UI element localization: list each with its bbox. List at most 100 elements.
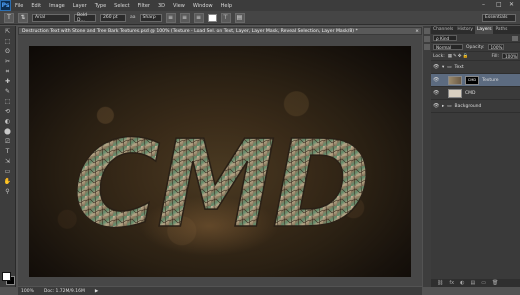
layer-name: CMD xyxy=(465,90,476,96)
hand-tool-icon[interactable]: ✋ xyxy=(2,177,13,186)
menu-help[interactable]: Help xyxy=(217,3,236,9)
align-left-icon[interactable]: ≡ xyxy=(165,12,176,23)
expand-arrow-icon[interactable]: ▸ xyxy=(442,104,444,109)
orientation-icon[interactable]: ⇅ xyxy=(18,12,28,23)
menu-view[interactable]: View xyxy=(169,3,189,9)
photoshop-logo: Ps xyxy=(0,0,11,11)
visibility-eye-icon[interactable]: 👁 xyxy=(433,64,439,70)
new-layer-icon[interactable]: ▭ xyxy=(481,280,486,286)
workspace-select[interactable]: Essentials xyxy=(482,13,516,22)
lasso-tool-icon[interactable]: ʘ xyxy=(2,47,13,56)
quick-select-tool-icon[interactable]: ✂ xyxy=(2,57,13,66)
font-family-select[interactable]: Arial xyxy=(32,13,70,22)
layer-name: Text xyxy=(454,64,464,70)
trash-icon[interactable]: 🗑 xyxy=(492,280,498,286)
opacity-label: Opacity: xyxy=(466,44,485,50)
panel-icon-1[interactable] xyxy=(424,28,430,34)
close-window-button[interactable]: ✕ xyxy=(509,1,514,8)
crop-tool-icon[interactable]: ⌗ xyxy=(2,67,13,76)
document-canvas[interactable]: CMD xyxy=(29,46,411,277)
history-brush-tool-icon[interactable]: ⟲ xyxy=(2,107,13,116)
menu-select[interactable]: Select xyxy=(110,3,133,9)
tab-layers[interactable]: Layers xyxy=(474,26,494,34)
maximize-button[interactable]: □ xyxy=(496,1,502,8)
type-tool-icon[interactable]: T xyxy=(2,147,13,156)
panel-icon-3[interactable] xyxy=(424,44,430,50)
visibility-eye-icon[interactable]: 👁 xyxy=(433,103,439,109)
options-bar: T ⇅ Arial Bold D... 260 pt aa Sharp ≡ ≡ … xyxy=(0,11,520,25)
filter-toggle-icon[interactable] xyxy=(512,35,518,41)
tab-history[interactable]: History xyxy=(455,26,475,34)
mask-icon[interactable]: ◐ xyxy=(460,280,464,286)
folder-icon: ▭ xyxy=(447,64,452,70)
lock-row: Lock: ▦✎✥🔒 Fill: 100% xyxy=(431,52,520,61)
brush-tool-icon[interactable]: ⬚ xyxy=(2,97,13,106)
document-size: Doc: 1.72M/9.16M xyxy=(43,288,85,294)
layer-filter-select[interactable]: ρ Kind xyxy=(433,35,457,41)
artwork-svg: CMD xyxy=(72,115,373,256)
font-size-select[interactable]: 260 pt xyxy=(100,13,126,22)
layer-cmd[interactable]: 👁 CMD xyxy=(431,87,520,100)
align-right-icon[interactable]: ≡ xyxy=(193,12,204,23)
path-select-tool-icon[interactable]: ⇲ xyxy=(2,157,13,166)
foreground-color-swatch[interactable] xyxy=(2,272,11,281)
marquee-tool-icon[interactable]: ⬚ xyxy=(2,37,13,46)
minimize-button[interactable]: – xyxy=(482,1,485,8)
lock-icons[interactable]: ▦✎✥🔒 xyxy=(448,54,469,59)
gradient-tool-icon[interactable]: ⬤ xyxy=(2,127,13,136)
move-tool-icon[interactable]: ⇱ xyxy=(2,27,13,36)
layers-panel-footer: ⛓ fx ◐ ▤ ▭ 🗑 xyxy=(431,279,520,287)
text-color-swatch[interactable] xyxy=(207,13,217,22)
anti-alias-label: aa xyxy=(130,15,136,20)
tab-paths[interactable]: Paths xyxy=(493,26,509,34)
menu-layer[interactable]: Layer xyxy=(69,3,91,9)
eraser-tool-icon[interactable]: ◐ xyxy=(2,117,13,126)
document-title: Destruction Text with Stone and Tree Bar… xyxy=(22,29,358,34)
panel-icon-2[interactable] xyxy=(424,36,430,42)
menu-filter[interactable]: Filter xyxy=(134,3,154,9)
link-layers-icon[interactable]: ⛓ xyxy=(437,280,443,286)
layer-texture[interactable]: 👁 CMD Texture xyxy=(431,74,520,87)
visibility-eye-icon[interactable]: 👁 xyxy=(433,77,439,83)
layers-panel: Channels History Layers Paths ρ Kind Nor… xyxy=(431,26,520,287)
layer-mask-thumbnail[interactable]: CMD xyxy=(465,75,479,85)
expand-arrow-icon[interactable]: ▾ xyxy=(442,65,444,70)
fx-icon[interactable]: fx xyxy=(449,280,454,286)
anti-alias-select[interactable]: Sharp xyxy=(139,13,162,22)
shape-tool-icon[interactable]: ▭ xyxy=(2,167,13,176)
healing-tool-icon[interactable]: ✎ xyxy=(2,87,13,96)
layer-group-text[interactable]: 👁 ▾ ▭ Text xyxy=(431,61,520,74)
menu-bar: Ps File Edit Image Layer Type Select Fil… xyxy=(0,0,520,11)
dodge-tool-icon[interactable]: ⎚ xyxy=(2,137,13,146)
color-swatches[interactable] xyxy=(2,272,15,285)
type-tool-icon[interactable]: T xyxy=(4,12,14,23)
blend-mode-select[interactable]: Normal xyxy=(433,44,463,50)
blend-row: Normal Opacity: 100% xyxy=(431,43,520,52)
fill-input[interactable]: 100% xyxy=(502,53,518,59)
align-center-icon[interactable]: ≡ xyxy=(179,12,190,23)
layer-name: Background xyxy=(454,103,482,109)
layer-group-background[interactable]: 👁 ▸ ▭ Background xyxy=(431,100,520,113)
adjustment-layer-icon[interactable]: ▤ xyxy=(470,280,475,286)
menu-3d[interactable]: 3D xyxy=(154,3,169,9)
zoom-tool-icon[interactable]: ⚲ xyxy=(2,187,13,196)
folder-icon: ▭ xyxy=(447,103,452,109)
tab-channels[interactable]: Channels xyxy=(431,26,455,34)
status-menu-arrow-icon[interactable]: ▶ xyxy=(95,289,98,294)
close-document-icon[interactable]: × xyxy=(415,28,419,34)
document-tab[interactable]: Destruction Text with Stone and Tree Bar… xyxy=(18,27,422,35)
menu-image[interactable]: Image xyxy=(45,3,69,9)
menu-type[interactable]: Type xyxy=(91,3,110,9)
character-panel-icon[interactable]: ▤ xyxy=(234,12,245,23)
eyedropper-tool-icon[interactable]: ✚ xyxy=(2,77,13,86)
visibility-eye-icon[interactable]: 👁 xyxy=(433,90,439,96)
opacity-input[interactable]: 100% xyxy=(487,44,504,50)
menu-edit[interactable]: Edit xyxy=(27,3,45,9)
menu-file[interactable]: File xyxy=(11,3,27,9)
lock-label: Lock: xyxy=(433,53,445,59)
zoom-level[interactable]: 100% xyxy=(21,289,34,294)
menu-window[interactable]: Window xyxy=(189,3,217,9)
font-style-select[interactable]: Bold D... xyxy=(74,13,96,23)
layer-thumbnail xyxy=(448,88,462,98)
warp-text-icon[interactable]: ⊤ xyxy=(220,12,231,23)
